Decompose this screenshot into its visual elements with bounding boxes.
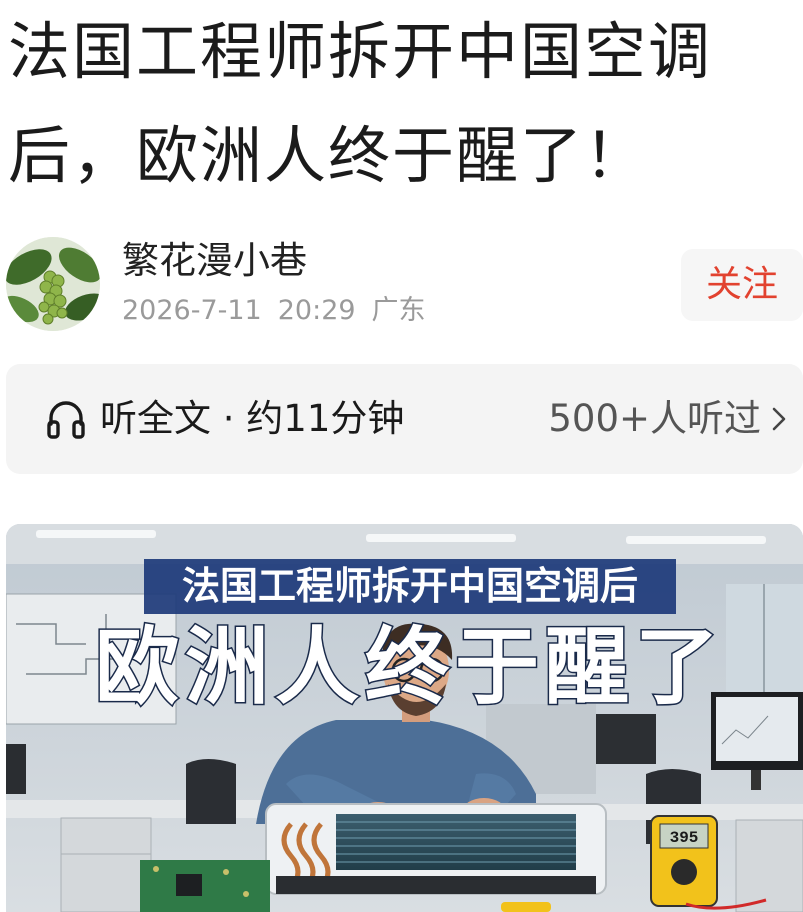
- coffee-plant-avatar-icon: [6, 237, 100, 331]
- post-time: 20:29: [277, 295, 356, 326]
- multimeter-reading: 395: [670, 829, 699, 847]
- post-location: 广东: [371, 295, 426, 326]
- author-meta: 2026-7-11 20:29 广东: [122, 293, 442, 329]
- listen-count: 500+人听过: [548, 397, 761, 440]
- headphones-icon: [47, 401, 85, 439]
- hero-photo: 395 法国工程师拆开中国空调后 欧洲人终于醒了: [6, 524, 803, 912]
- hero-caption-line1: 法国工程师拆开中国空调后: [182, 564, 638, 608]
- author-row: 繁花漫小巷 2026-7-11 20:29 广东 关注: [6, 237, 803, 335]
- chevron-right-icon: [772, 407, 786, 431]
- listen-label: 听全文 · 约11分钟: [100, 397, 405, 440]
- article-hero-image[interactable]: 395 法国工程师拆开中国空调后 欧洲人终于醒了: [6, 524, 803, 912]
- listen-full-text-bar[interactable]: 听全文 · 约11分钟 500+人听过: [6, 364, 803, 474]
- post-date: 2026-7-11: [122, 295, 262, 326]
- author-name[interactable]: 繁花漫小巷: [122, 237, 307, 285]
- author-avatar[interactable]: [6, 237, 100, 331]
- article-title: 法国工程师拆开中国空调后，欧洲人终于醒了！: [8, 15, 713, 192]
- follow-button[interactable]: 关注: [681, 249, 803, 321]
- hero-caption-line2: 欧洲人终于醒了: [95, 618, 725, 716]
